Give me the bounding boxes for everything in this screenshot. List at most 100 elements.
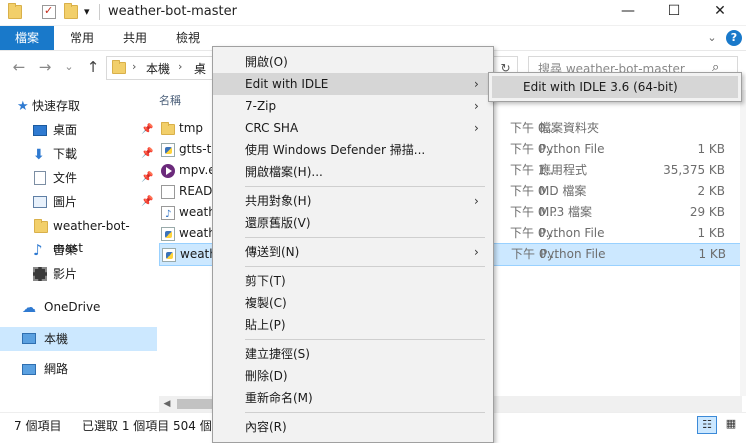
menu-item-copy[interactable]: 複製(C) [213, 292, 493, 314]
forward-button[interactable]: → [36, 58, 54, 76]
nav-label: 影片 [53, 267, 78, 281]
pin-icon[interactable]: 📌 [141, 167, 153, 189]
vertical-scrollbar[interactable] [740, 90, 746, 396]
menu-item-open[interactable]: 開啟(O) [213, 51, 493, 73]
mpv-icon [161, 164, 175, 178]
nav-network[interactable]: 網路 [0, 358, 157, 380]
desktop-icon [33, 125, 47, 136]
menu-item-restore-versions[interactable]: 還原舊版(V) [213, 212, 493, 234]
tab-share[interactable]: 共用 [123, 26, 147, 50]
menu-label: Edit with IDLE 3.6 (64-bit) [523, 80, 678, 94]
music-icon: ♪ [33, 241, 43, 259]
documents-icon [34, 171, 46, 185]
network-icon [22, 364, 36, 375]
nav-item-music[interactable]: ♪ 音樂 [0, 239, 157, 261]
file-type: Python File [539, 142, 605, 156]
menu-item-cut[interactable]: 剪下(T) [213, 270, 493, 292]
menu-item-share-with[interactable]: 共用對象(H) › [213, 190, 493, 212]
breadcrumb-separator[interactable]: › [178, 60, 182, 73]
breadcrumb-desktop[interactable]: 桌 [194, 60, 206, 77]
menu-item-send-to[interactable]: 傳送到(N) › [213, 241, 493, 263]
pin-icon[interactable]: 📌 [141, 119, 153, 141]
nav-onedrive[interactable]: ☁ OneDrive [0, 296, 157, 318]
nav-item-documents[interactable]: 文件 📌 [0, 167, 157, 189]
back-button[interactable]: ← [10, 58, 28, 76]
scroll-left-button[interactable]: ◀ [159, 396, 175, 412]
up-button[interactable]: ↑ [84, 58, 102, 76]
menu-separator [245, 237, 485, 238]
nav-label: 桌面 [53, 123, 78, 137]
pin-icon[interactable]: 📌 [141, 143, 153, 165]
python-file-icon [162, 248, 176, 262]
chevron-right-icon: › [474, 245, 479, 259]
title-divider [99, 4, 100, 20]
breadcrumb-separator[interactable]: › [132, 60, 136, 73]
help-icon[interactable]: ? [726, 30, 742, 46]
menu-label: 7-Zip [245, 99, 277, 113]
menu-label: 內容(R) [245, 420, 287, 434]
nav-item-videos[interactable]: 影片 [0, 263, 157, 285]
folder-icon [112, 60, 126, 74]
file-name: weath [179, 226, 216, 240]
tab-view[interactable]: 檢視 [176, 26, 200, 50]
scrollbar-thumb[interactable] [177, 399, 215, 409]
menu-label: 開啟(O) [245, 55, 288, 69]
menu-label: 還原舊版(V) [245, 216, 311, 230]
star-icon: ★ [17, 99, 29, 114]
nav-item-weather-bot-master[interactable]: weather-bot-mast [0, 215, 157, 255]
menu-item-open-with[interactable]: 開啟檔案(H)... [213, 161, 493, 183]
file-name: mpv.e [179, 163, 216, 177]
chevron-right-icon: › [474, 99, 479, 113]
menu-separator [245, 412, 485, 413]
file-type: MD 檔案 [539, 184, 587, 198]
recent-locations-button[interactable]: ⌄ [60, 58, 78, 76]
nav-item-pictures[interactable]: 圖片 📌 [0, 191, 157, 213]
menu-item-7zip[interactable]: 7-Zip › [213, 95, 493, 117]
nav-label: 快速存取 [32, 99, 81, 113]
menu-label: 複製(C) [245, 296, 287, 310]
nav-label: 音樂 [53, 243, 78, 257]
menu-label: 傳送到(N) [245, 245, 300, 259]
file-type: 檔案資料夾 [539, 121, 600, 135]
details-view-icon[interactable]: ☷ [697, 416, 717, 434]
nav-item-desktop[interactable]: 桌面 📌 [0, 119, 157, 141]
menu-item-properties[interactable]: 內容(R) [213, 416, 493, 438]
close-button[interactable]: ✕ [697, 0, 743, 24]
file-name: gtts-t [179, 142, 212, 156]
nav-label: 本機 [44, 332, 69, 346]
new-folder-icon[interactable] [64, 3, 78, 19]
cloud-icon: ☁ [22, 300, 36, 316]
nav-quick-access[interactable]: ★ 快速存取 [0, 95, 157, 117]
menu-item-edit-with-idle[interactable]: Edit with IDLE › [213, 73, 493, 95]
videos-icon [33, 267, 47, 281]
column-header-name[interactable]: 名稱 [159, 92, 181, 108]
maximize-button[interactable]: ☐ [651, 0, 697, 24]
breadcrumb-this-pc[interactable]: 本機 [146, 60, 170, 77]
menu-label: 刪除(D) [245, 369, 288, 383]
nav-label: 下載 [53, 147, 78, 161]
customize-quick-access-icon[interactable]: ▾ [84, 5, 90, 18]
menu-item-paste[interactable]: 貼上(P) [213, 314, 493, 336]
menu-item-rename[interactable]: 重新命名(M) [213, 387, 493, 409]
properties-check-icon[interactable] [42, 4, 56, 19]
menu-item-delete[interactable]: 刪除(D) [213, 365, 493, 387]
file-type: 應用程式 [539, 163, 588, 177]
nav-this-pc[interactable]: 本機 [0, 327, 157, 351]
tab-file[interactable]: 檔案 [0, 26, 54, 50]
nav-item-downloads[interactable]: ⬇ 下載 📌 [0, 143, 157, 165]
computer-icon [22, 333, 36, 344]
text-file-icon [161, 185, 175, 199]
file-size: 35,375 KB [663, 163, 725, 177]
python-file-icon [161, 227, 175, 241]
mp3-file-icon [161, 204, 175, 225]
menu-item-create-shortcut[interactable]: 建立捷徑(S) [213, 343, 493, 365]
tab-home[interactable]: 常用 [70, 26, 94, 50]
minimize-button[interactable]: — [605, 0, 651, 24]
expand-ribbon-icon[interactable]: ⌄ [704, 30, 720, 46]
menu-item-crc-sha[interactable]: CRC SHA › [213, 117, 493, 139]
menu-item-defender-scan[interactable]: 使用 Windows Defender 掃描... [213, 139, 493, 161]
menu-item-edit-with-idle-36[interactable]: Edit with IDLE 3.6 (64-bit) [492, 76, 738, 98]
pin-icon[interactable]: 📌 [141, 191, 153, 213]
large-icons-view-icon[interactable]: ▦ [721, 416, 741, 434]
file-size: 1 KB [697, 226, 725, 240]
